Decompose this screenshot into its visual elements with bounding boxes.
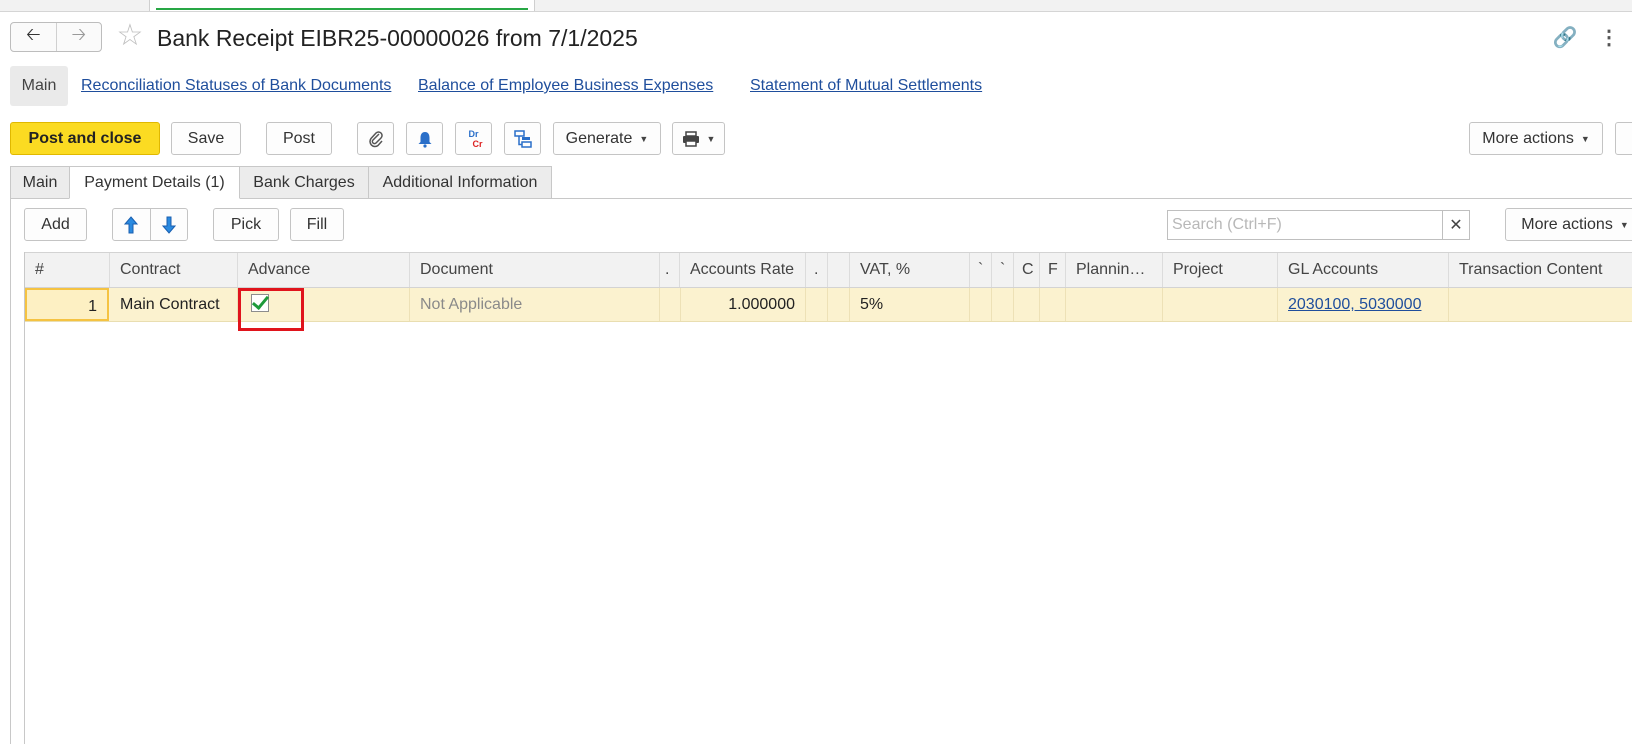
document-structure-icon: [513, 129, 532, 148]
highlight-box: [238, 288, 304, 331]
gl-accounts-link[interactable]: 2030100, 5030000: [1288, 296, 1421, 313]
window-tab-strip: [0, 0, 1632, 12]
table-more-actions-label: More actions: [1521, 215, 1613, 233]
move-up-button[interactable]: [113, 209, 151, 240]
cell-narrow[interactable]: [806, 288, 828, 321]
table-more-actions-dropdown[interactable]: More actions ▼: [1505, 208, 1632, 241]
col-narrow[interactable]: `: [970, 253, 992, 287]
cell-contract[interactable]: Main Contract: [110, 288, 238, 321]
forward-button[interactable]: 🡢: [55, 23, 102, 51]
post-and-close-button[interactable]: Post and close: [10, 122, 160, 155]
clear-x-icon[interactable]: ✕: [1442, 211, 1469, 239]
printer-icon: [682, 130, 699, 147]
cell-narrow[interactable]: [970, 288, 992, 321]
chevron-down-icon: ▼: [706, 133, 716, 144]
bell-icon: [418, 131, 431, 148]
chevron-down-icon: ▼: [1619, 219, 1629, 230]
move-buttons: [112, 208, 188, 241]
cell-narrow[interactable]: [660, 288, 681, 321]
cell-planning[interactable]: [1066, 288, 1163, 321]
cell-document[interactable]: Not Applicable: [410, 288, 660, 321]
col-gl-accounts[interactable]: GL Accounts: [1278, 253, 1449, 287]
generate-label: Generate: [565, 129, 633, 147]
table-header: # Contract Advance Document . Accounts R…: [25, 252, 1632, 288]
pick-button[interactable]: Pick: [213, 208, 279, 241]
cell-narrow[interactable]: [992, 288, 1014, 321]
cell-vat[interactable]: 5%: [850, 288, 970, 321]
content-border: [10, 199, 11, 744]
star-icon[interactable]: ☆: [114, 20, 146, 52]
chevron-down-icon: ▼: [639, 133, 649, 144]
col-document[interactable]: Document: [410, 253, 660, 287]
post-button[interactable]: Post: [266, 122, 332, 155]
search-input[interactable]: [1168, 211, 1442, 239]
generate-dropdown[interactable]: Generate ▼: [553, 122, 661, 155]
tab-main[interactable]: Main: [10, 166, 70, 199]
back-arrow-icon: 🡠: [25, 24, 41, 44]
col-accounts-rate[interactable]: Accounts Rate: [680, 253, 806, 287]
chevron-down-icon: ▼: [1580, 133, 1590, 144]
nav-main[interactable]: Main: [10, 66, 68, 106]
cell-number[interactable]: 1: [25, 288, 109, 321]
add-button[interactable]: Add: [24, 208, 87, 241]
dr-cr-button[interactable]: Dr Cr: [455, 122, 492, 155]
cell-accounts-rate[interactable]: 1.000000: [680, 288, 806, 321]
window-tab-active[interactable]: [150, 0, 535, 11]
active-tab-indicator: [156, 8, 528, 10]
save-button[interactable]: Save: [171, 122, 241, 155]
tab-bank-charges[interactable]: Bank Charges: [239, 166, 369, 199]
col-advance[interactable]: Advance: [238, 253, 410, 287]
col-narrow[interactable]: `: [992, 253, 1014, 287]
col-transaction-content[interactable]: Transaction Content: [1449, 253, 1632, 287]
history-nav: 🡠 🡢: [10, 22, 102, 52]
kebab-menu-icon[interactable]: ⋮: [1599, 24, 1619, 52]
col-narrow[interactable]: .: [660, 253, 680, 287]
print-dropdown[interactable]: ▼: [672, 122, 725, 155]
cell-transaction-content[interactable]: [1449, 288, 1632, 321]
col-contract[interactable]: Contract: [110, 253, 238, 287]
link-icon[interactable]: 🔗: [1551, 24, 1579, 52]
more-actions-label: More actions: [1482, 129, 1574, 147]
col-narrow[interactable]: [828, 253, 850, 287]
link-mutual-settlements[interactable]: Statement of Mutual Settlements: [750, 66, 982, 106]
cell-narrow[interactable]: [828, 288, 850, 321]
search-box: ✕: [1167, 210, 1470, 240]
more-actions-dropdown[interactable]: More actions ▼: [1469, 122, 1603, 155]
window-tab[interactable]: [0, 0, 150, 11]
col-narrow[interactable]: C: [1014, 253, 1040, 287]
col-planning[interactable]: Plannin…: [1066, 253, 1163, 287]
move-down-button[interactable]: [151, 209, 188, 240]
arrow-down-icon: [161, 216, 176, 234]
col-narrow[interactable]: .: [806, 253, 828, 287]
fill-button[interactable]: Fill: [290, 208, 344, 241]
col-project[interactable]: Project: [1163, 253, 1278, 287]
cr-label: Cr: [472, 138, 483, 149]
dr-label: Dr: [468, 128, 479, 139]
extra-menu-button[interactable]: [1615, 122, 1632, 155]
link-reconciliation-statuses[interactable]: Reconciliation Statuses of Bank Document…: [81, 66, 391, 106]
cell-gl-accounts[interactable]: 2030100, 5030000: [1278, 288, 1449, 321]
cell-narrow[interactable]: [1040, 288, 1066, 321]
arrow-up-icon: [124, 215, 139, 233]
paperclip-icon: [368, 130, 383, 147]
reminder-button[interactable]: [406, 122, 443, 155]
tab-additional-information[interactable]: Additional Information: [368, 166, 552, 199]
cell-narrow[interactable]: [1014, 288, 1040, 321]
cell-project[interactable]: [1163, 288, 1278, 321]
col-narrow[interactable]: F: [1040, 253, 1066, 287]
link-employee-business-expenses[interactable]: Balance of Employee Business Expenses: [418, 66, 713, 106]
col-vat[interactable]: VAT, %: [850, 253, 970, 287]
back-button[interactable]: 🡠: [11, 23, 56, 51]
attach-button[interactable]: [357, 122, 394, 155]
tab-payment-details[interactable]: Payment Details (1): [69, 166, 240, 199]
col-number[interactable]: #: [25, 253, 110, 287]
structure-button[interactable]: [504, 122, 541, 155]
page-title: Bank Receipt EIBR25-00000026 from 7/1/20…: [157, 25, 638, 51]
forward-arrow-icon: 🡢: [71, 24, 87, 44]
